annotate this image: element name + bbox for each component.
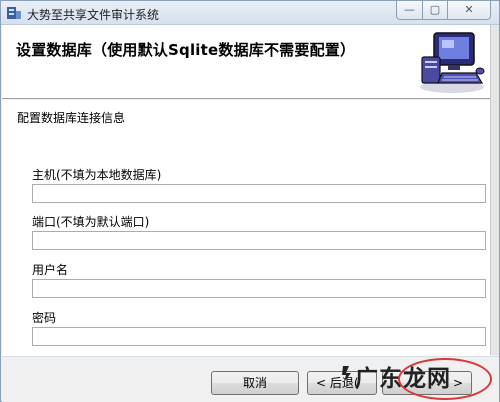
password-label: 密码 bbox=[32, 311, 57, 325]
username-input[interactable] bbox=[32, 279, 486, 298]
username-label: 用户名 bbox=[32, 263, 69, 277]
content-panel: 配置数据库连接信息 主机(不填为本地数据库) 端口(不填为默认端口) 用户名 密… bbox=[2, 100, 490, 356]
wizard-header: 设置数据库（使用默认Sqlite数据库不需要配置） bbox=[2, 25, 490, 99]
app-icon bbox=[7, 7, 21, 19]
title-bar[interactable]: 大势至共享文件审计系统 — ▢ ✕ bbox=[1, 1, 499, 25]
host-input[interactable] bbox=[32, 184, 486, 203]
watermark-logo-icon bbox=[342, 366, 351, 382]
window-title: 大势至共享文件审计系统 bbox=[27, 8, 160, 22]
minimize-button[interactable]: — bbox=[396, 1, 423, 20]
port-input[interactable] bbox=[32, 231, 486, 250]
section-label: 配置数据库连接信息 bbox=[17, 111, 126, 125]
computer-workstation-icon bbox=[420, 32, 485, 93]
maximize-button[interactable]: ▢ bbox=[422, 1, 448, 20]
host-label: 主机(不填为本地数据库) bbox=[32, 168, 162, 182]
port-label: 端口(不填为默认端口) bbox=[32, 215, 150, 229]
scrollbar[interactable] bbox=[490, 25, 499, 355]
page-title: 设置数据库（使用默认Sqlite数据库不需要配置） bbox=[16, 41, 356, 59]
close-button[interactable]: ✕ bbox=[447, 1, 491, 20]
annotation-ellipse bbox=[398, 358, 492, 400]
installer-window: 大势至共享文件审计系统 — ▢ ✕ 设置数据库（使用默认Sqlite数据库不需要… bbox=[0, 0, 500, 402]
cancel-button[interactable]: 取消 bbox=[211, 371, 299, 395]
password-input[interactable] bbox=[32, 327, 486, 346]
